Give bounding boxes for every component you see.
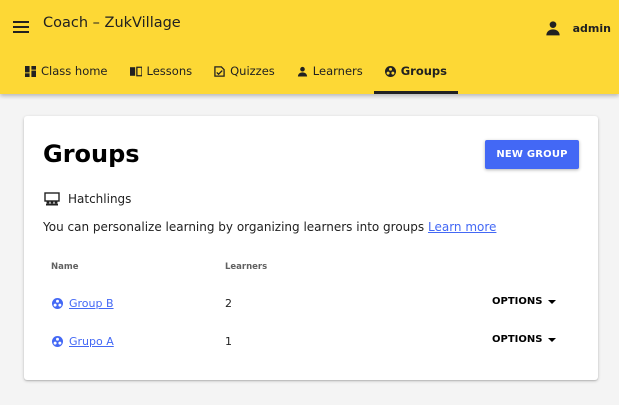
user-menu[interactable]: admin [545,18,611,38]
dashboard-icon [25,65,36,77]
page-title: Groups [43,140,140,168]
group-link[interactable]: Group B [69,297,114,310]
app-title: Coach – ZukVillage [43,15,181,31]
column-header-name: Name [51,262,79,272]
group-name-cell: Group B [52,297,114,310]
tab-label: Groups [400,64,448,78]
classroom-icon [44,192,60,206]
tab-quizzes[interactable]: Quizzes [203,52,286,90]
options-label: OPTIONS [492,296,543,307]
table-row: Grupo A 1 OPTIONS [24,326,598,356]
options-button[interactable]: OPTIONS [492,334,557,345]
tab-lessons[interactable]: Lessons [119,52,204,90]
group-icon [384,65,396,77]
menu-icon[interactable] [10,15,32,37]
group-icon [52,298,63,309]
options-label: OPTIONS [492,334,543,345]
learners-count: 1 [225,335,232,348]
group-link[interactable]: Grupo A [69,335,114,348]
group-icon [52,336,63,347]
tab-learners[interactable]: Learners [286,52,374,90]
app-bar: Coach – ZukVillage admin Class home Less… [0,0,619,94]
column-header-learners: Learners [225,262,268,272]
options-button[interactable]: OPTIONS [492,296,557,307]
tab-class-home[interactable]: Class home [14,52,119,90]
learners-count: 2 [225,297,232,310]
new-group-button[interactable]: NEW GROUP [485,140,579,169]
caret-down-icon [548,337,557,342]
person-icon [297,66,307,77]
user-name: admin [572,21,611,35]
class-name-row: Hatchlings [44,192,131,206]
quiz-icon [214,65,225,77]
tab-label: Lessons [146,64,193,78]
group-name-cell: Grupo A [52,335,114,348]
class-name: Hatchlings [68,192,132,206]
tab-label: Quizzes [230,64,275,78]
table-row: Group B 2 OPTIONS [24,288,598,318]
tab-label: Learners [312,64,363,78]
tab-groups[interactable]: Groups [373,52,459,94]
learn-more-link[interactable]: Learn more [428,220,496,234]
caret-down-icon [548,299,557,304]
description-text: You can personalize learning by organizi… [43,220,425,234]
description: You can personalize learning by organizi… [43,220,496,234]
tab-label: Class home [41,64,108,78]
groups-card: Groups NEW GROUP Hatchlings You can pers… [24,116,598,380]
person-icon [545,21,560,36]
book-icon [129,66,142,76]
nav-tabs: Class home Lessons Quizzes Learners Grou… [14,52,459,94]
